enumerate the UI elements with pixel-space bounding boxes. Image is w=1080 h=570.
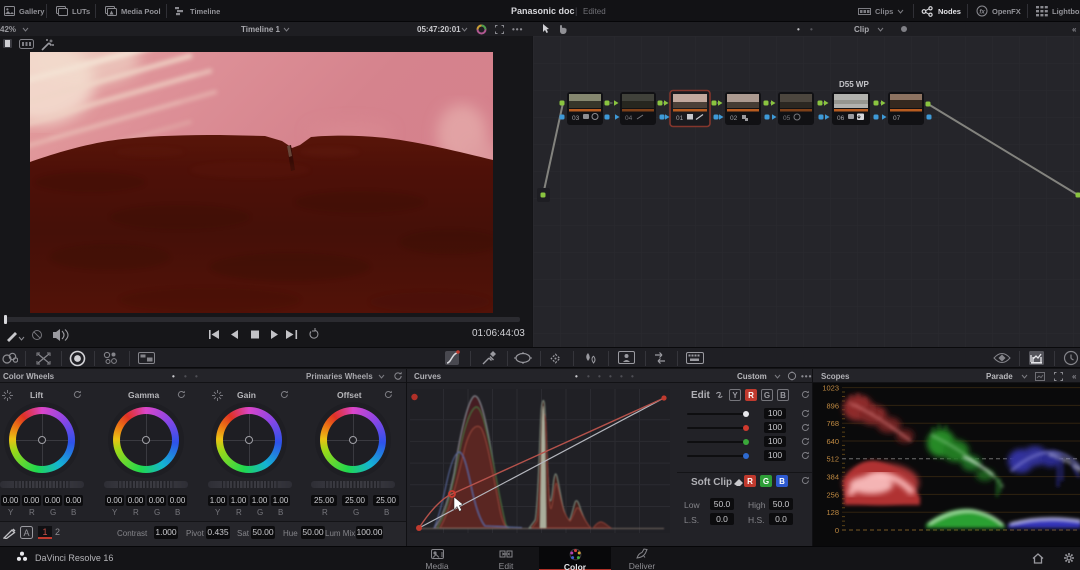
svg-text:384: 384 [826,473,839,482]
svg-text:0: 0 [835,526,839,535]
svg-text:128: 128 [826,508,839,517]
svg-text:04: 04 [625,115,633,122]
svg-text:1023: 1023 [822,384,839,393]
svg-text:07: 07 [893,115,901,122]
svg-text:fx: fx [979,9,985,15]
svg-text:03: 03 [572,115,580,122]
svg-text:640: 640 [826,437,839,446]
svg-text:768: 768 [826,419,839,428]
svg-text:256: 256 [826,490,839,499]
svg-text:06: 06 [837,115,845,122]
svg-text:01: 01 [676,115,684,122]
svg-text:02: 02 [730,115,738,122]
svg-text:D55 WP: D55 WP [839,80,869,89]
svg-text:512: 512 [826,455,839,464]
svg-text:05: 05 [783,115,791,122]
svg-text:A: A [23,528,29,538]
svg-text:896: 896 [826,401,839,410]
